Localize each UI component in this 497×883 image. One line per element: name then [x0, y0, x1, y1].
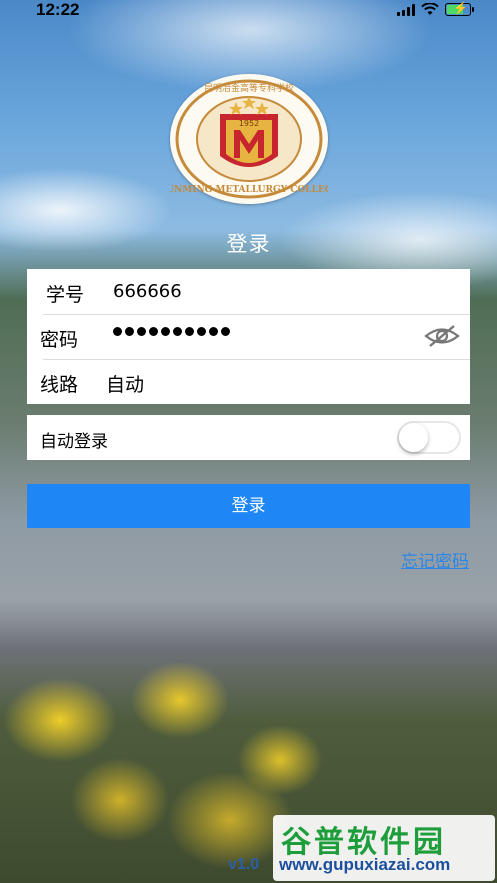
wifi-icon	[421, 3, 439, 15]
password-input[interactable]	[113, 327, 230, 336]
student-id-row[interactable]: 学号 666666	[27, 269, 470, 314]
route-value[interactable]: 自动	[106, 370, 144, 397]
student-id-label: 学号	[46, 284, 85, 306]
auto-login-row: 自动登录	[27, 415, 470, 460]
auto-login-toggle[interactable]	[397, 421, 461, 454]
page-title: 登录	[226, 232, 271, 256]
route-label: 线路	[40, 374, 79, 396]
svg-text:昆明冶金高等专科学校: 昆明冶金高等专科学校	[204, 82, 294, 94]
svg-text:1952: 1952	[239, 119, 259, 128]
svg-text:KUNMING METALLURGY COLLEGE: KUNMING METALLURGY COLLEGE	[170, 185, 328, 195]
status-bar: 12:22 ⚡	[0, 0, 497, 22]
password-label: 密码	[40, 329, 79, 351]
battery-icon: ⚡	[445, 1, 474, 16]
status-icons: ⚡	[397, 1, 474, 16]
version-label: v1.0	[228, 856, 260, 873]
forgot-password-link[interactable]: 忘记密码	[401, 547, 469, 572]
signal-icon	[397, 3, 415, 16]
login-button[interactable]: 登录	[27, 484, 470, 528]
login-form: 学号 666666 密码 线路 自动	[27, 269, 470, 404]
auto-login-label: 自动登录	[40, 432, 108, 452]
watermark-url: www.gupuxiazai.com	[279, 855, 451, 874]
toggle-knob	[399, 423, 428, 452]
watermark: 谷普软件园 www.gupuxiazai.com	[273, 815, 495, 881]
hide-password-icon[interactable]	[424, 323, 460, 349]
college-logo: 1952 KUNMING METALLURGY COLLEGE 昆明冶金高等专科…	[170, 74, 328, 204]
status-time: 12:22	[36, 0, 80, 19]
route-row[interactable]: 线路 自动	[27, 359, 470, 404]
student-id-input[interactable]: 666666	[113, 281, 182, 302]
password-row[interactable]: 密码	[27, 314, 470, 359]
